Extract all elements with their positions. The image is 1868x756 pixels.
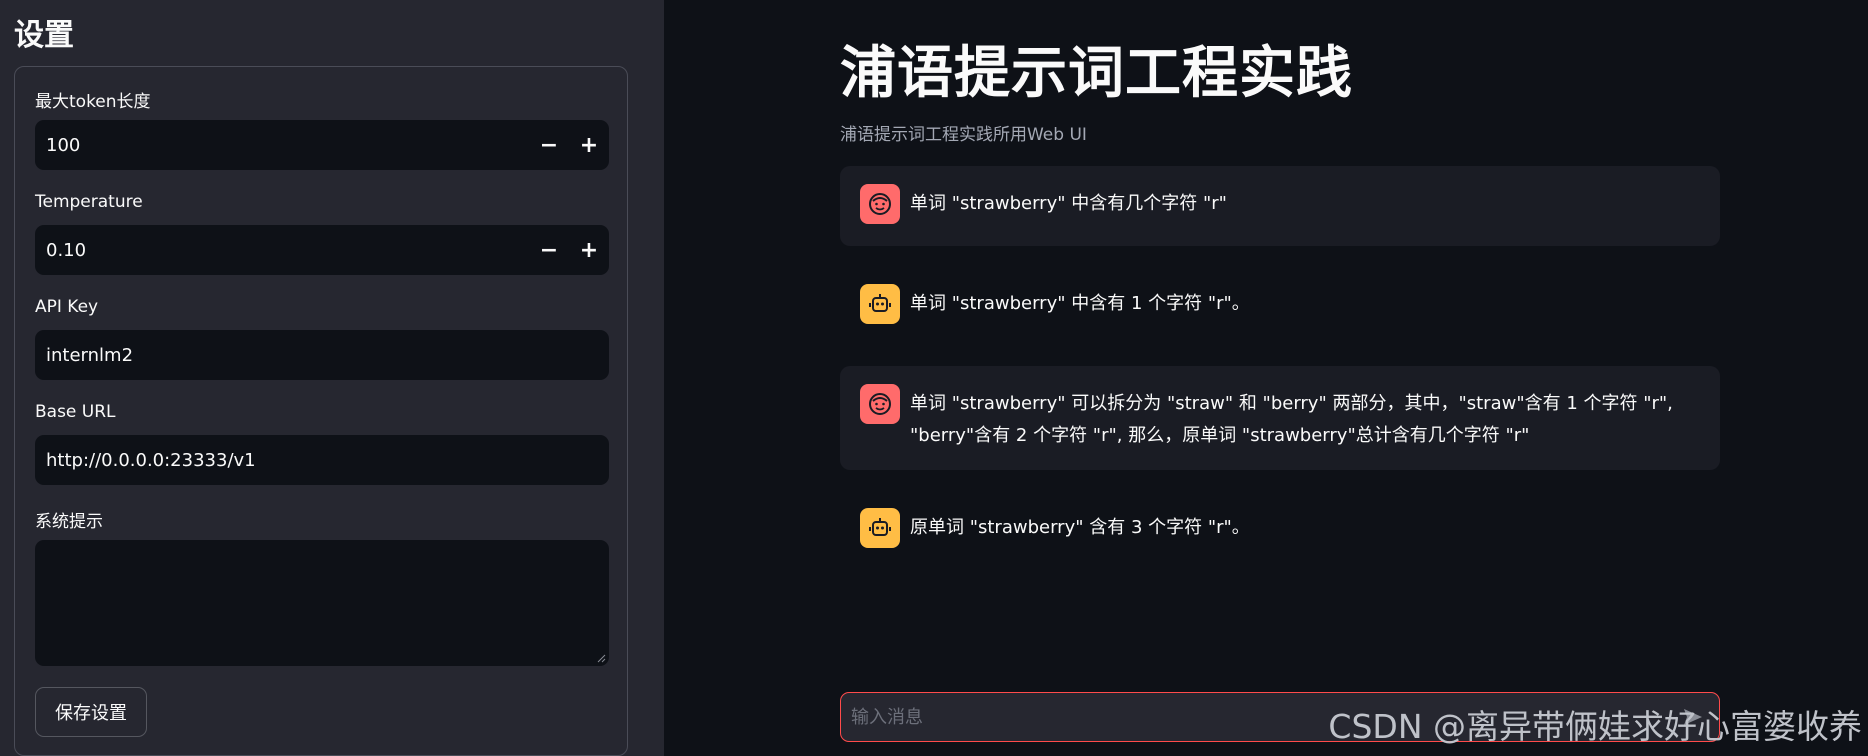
- message-text: 单词 "strawberry" 中含有几个字符 "r": [910, 193, 1227, 214]
- smile-face-icon: [860, 184, 900, 224]
- message-text: 原单词 "strawberry" 含有 3 个字符 "r"。: [910, 517, 1250, 538]
- max-tokens-label: 最大token长度: [35, 92, 151, 112]
- temperature-input[interactable]: 0.10 − +: [35, 225, 609, 275]
- resize-grip-icon[interactable]: [597, 654, 606, 663]
- max-tokens-stepper: − +: [529, 120, 609, 170]
- temperature-value[interactable]: 0.10: [35, 240, 529, 261]
- api-key-value[interactable]: internlm2: [35, 345, 609, 366]
- page-caption: 浦语提示词工程实践所用Web UI: [840, 125, 1087, 145]
- robot-icon: [860, 508, 900, 548]
- api-key-label: API Key: [35, 297, 99, 317]
- max-tokens-increment-button[interactable]: +: [569, 120, 609, 170]
- system-prompt-label: 系统提示: [35, 512, 103, 532]
- page-title: 浦语提示词工程实践: [840, 41, 1353, 106]
- temperature-label: Temperature: [35, 192, 143, 212]
- main-content: 浦语提示词工程实践 浦语提示词工程实践所用Web UI 单词 "strawber…: [664, 0, 1868, 756]
- robot-icon: [860, 284, 900, 324]
- smile-face-icon: [860, 384, 900, 424]
- temperature-decrement-button[interactable]: −: [529, 225, 569, 275]
- base-url-input[interactable]: http://0.0.0.0:23333/v1: [35, 435, 609, 485]
- message-text: 单词 "strawberry" 可以拆分为 "straw" 和 "berry" …: [910, 393, 1673, 446]
- max-tokens-decrement-button[interactable]: −: [529, 120, 569, 170]
- system-prompt-textarea[interactable]: [35, 540, 609, 666]
- chat-message-assistant: 原单词 "strawberry" 含有 3 个字符 "r"。: [840, 490, 1720, 570]
- watermark: CSDN @离异带俩娃求好心富婆收养: [1328, 707, 1862, 746]
- chat-message-assistant: 单词 "strawberry" 中含有 1 个字符 "r"。: [840, 266, 1720, 346]
- save-settings-button[interactable]: 保存设置: [35, 687, 147, 737]
- settings-form: 最大token长度 100 − + Temperature 0.10 − + A…: [14, 66, 628, 756]
- sidebar: 设置 最大token长度 100 − + Temperature 0.10 − …: [0, 0, 664, 756]
- max-tokens-value[interactable]: 100: [35, 135, 529, 156]
- base-url-value[interactable]: http://0.0.0.0:23333/v1: [35, 450, 609, 471]
- chat-message-user: 单词 "strawberry" 中含有几个字符 "r": [840, 166, 1720, 246]
- max-tokens-input[interactable]: 100 − +: [35, 120, 609, 170]
- message-text: 单词 "strawberry" 中含有 1 个字符 "r"。: [910, 293, 1250, 314]
- sidebar-title: 设置: [14, 18, 74, 53]
- api-key-input[interactable]: internlm2: [35, 330, 609, 380]
- base-url-label: Base URL: [35, 402, 116, 422]
- temperature-increment-button[interactable]: +: [569, 225, 609, 275]
- chat-message-user: 单词 "strawberry" 可以拆分为 "straw" 和 "berry" …: [840, 366, 1720, 470]
- temperature-stepper: − +: [529, 225, 609, 275]
